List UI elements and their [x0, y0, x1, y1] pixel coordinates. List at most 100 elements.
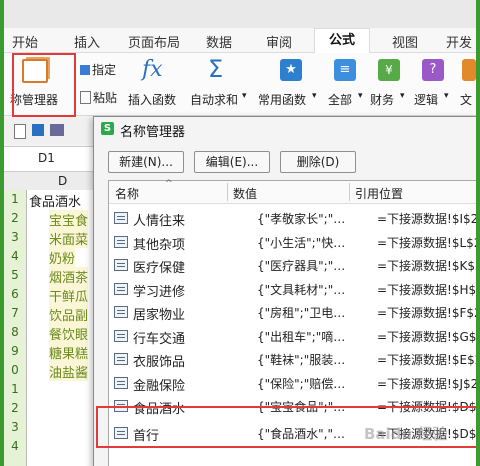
item-reference: =下接源数据!$J$2: [377, 376, 476, 391]
edit-button[interactable]: 编辑(E)... [194, 151, 270, 173]
item-value: {"孝敬家长";"… [257, 212, 346, 226]
insert-function-button[interactable]: fx 插入函数 [128, 57, 178, 111]
row-number[interactable]: 5 [4, 268, 26, 282]
all-label: 全部 [328, 93, 353, 107]
chevron-down-icon: ▾ [242, 91, 247, 101]
item-name: 人情往来 [133, 214, 186, 229]
all-functions-button[interactable]: ≡ 全部 ▾ [328, 57, 368, 111]
sheet-cell[interactable]: 餐饮眼 [49, 324, 89, 343]
finance-icon: ¥ [378, 59, 400, 81]
tab-home[interactable]: 开始 [12, 32, 38, 51]
sheet-cell[interactable]: 宝宝食 [49, 210, 89, 229]
list-item[interactable]: 金融保险 {"保险";"赔偿… =下接源数据!$J$2: [109, 371, 476, 395]
specify-icon [80, 65, 90, 75]
item-name: 其他杂项 [133, 237, 186, 253]
list-header: 名称 ^ 数值 引用位置 [109, 179, 476, 204]
app-window: 开始 插入 页面布局 数据 审阅 公式 视图 开发工 称管理器 指定 粘贴 fx… [4, 0, 476, 466]
name-range-icon [114, 306, 128, 318]
sheet-cell[interactable]: 干鲜瓜 [49, 286, 89, 305]
tab-view[interactable]: 视图 [392, 32, 418, 51]
row-number[interactable]: 3 [4, 230, 26, 244]
tab-insert[interactable]: 插入 [74, 32, 100, 51]
row-number[interactable]: 3 [4, 420, 26, 434]
list-item[interactable]: 其他杂项 {"小生活";"快… =下接源数据!$L$2: [109, 230, 476, 254]
row-number[interactable]: 9 [4, 344, 26, 358]
row-number[interactable]: 2 [4, 401, 26, 415]
row-number[interactable]: 4 [4, 249, 26, 263]
paste-icon [80, 91, 91, 104]
print-icon[interactable] [50, 124, 64, 136]
header-reference[interactable]: 引用位置 [355, 185, 403, 202]
item-value: {"鞋袜";"服装… [257, 353, 346, 367]
header-value[interactable]: 数值 [233, 185, 257, 202]
column-divider [227, 183, 228, 201]
item-value: {"文具耗材";"… [257, 282, 346, 297]
item-name: 金融保险 [133, 378, 186, 394]
tab-formulas[interactable]: 公式 [314, 28, 371, 54]
save-icon[interactable] [32, 124, 44, 136]
tab-page-layout[interactable]: 页面布局 [128, 32, 180, 51]
header-name[interactable]: 名称 [115, 185, 139, 202]
name-manager-highlight [12, 53, 76, 117]
ribbon-tabs: 开始 插入 页面布局 数据 审阅 公式 视图 开发工 [4, 28, 476, 70]
row-number[interactable]: 6 [4, 287, 26, 301]
item-name: 医疗保健 [133, 261, 186, 276]
chevron-down-icon: ▾ [444, 91, 449, 101]
list-item[interactable]: 医疗保健 {"医疗器具";"… =下接源数据!$K$2: [109, 253, 476, 277]
finance-button[interactable]: ¥ 财务 ▾ [370, 57, 410, 111]
item-value: {"小生活";"快… [257, 235, 346, 250]
item-reference: =下接源数据!$L$2: [377, 235, 476, 250]
item-reference: =下接源数据!$G$2: [377, 329, 476, 344]
row-number[interactable]: 4 [4, 439, 26, 453]
new-doc-icon[interactable] [14, 124, 26, 139]
sheet-cell[interactable]: 奶粉 [49, 248, 76, 267]
delete-button[interactable]: 删除(D) [280, 151, 356, 173]
item-reference: =下接源数据!$K$2: [377, 259, 476, 273]
paste-label: 粘贴 [93, 91, 118, 105]
sheet-cell[interactable]: 糖果糕 [49, 343, 89, 362]
specify-button[interactable]: 指定 [80, 61, 116, 78]
name-range-icon [114, 329, 128, 342]
row-number[interactable]: 1 [4, 192, 26, 206]
specify-label: 指定 [92, 63, 117, 77]
wps-logo-icon: S [101, 122, 114, 135]
new-button[interactable]: 新建(N)... [108, 151, 184, 173]
sigma-icon: Σ [208, 55, 224, 83]
row-number[interactable]: 0 [4, 363, 26, 377]
cell-reference[interactable]: D1 [38, 151, 55, 165]
name-range-icon [114, 353, 128, 365]
list-item[interactable]: 居家物业 {"房租";"卫电… =下接源数据!$F$2: [109, 300, 476, 324]
tab-data[interactable]: 数据 [206, 32, 232, 51]
paste-button[interactable]: 粘贴 [80, 89, 117, 106]
sheet-cell[interactable]: 饮品副 [49, 305, 89, 324]
dialog-title: 名称管理器 [120, 125, 186, 140]
name-range-icon [114, 376, 128, 389]
sheet-cell[interactable]: 烟酒茶 [49, 267, 89, 286]
item-reference: =下接源数据!$I$2: [377, 212, 476, 226]
sheet-cell[interactable]: 米面菜 [49, 229, 89, 248]
row-number[interactable]: 1 [4, 382, 26, 396]
dialog-titlebar[interactable]: S 名称管理器 [94, 117, 476, 141]
autosum-button[interactable]: Σ 自动求和 ▾ [190, 55, 250, 111]
sheet-cell[interactable]: 油盐酱 [49, 362, 89, 381]
row-number[interactable]: 8 [4, 325, 26, 339]
text-functions-button[interactable]: 文 [458, 57, 476, 111]
column-d-label[interactable]: D [58, 174, 67, 188]
tab-review[interactable]: 审阅 [266, 32, 292, 51]
list-item[interactable]: 行车交通 {"出租车";"嘀… =下接源数据!$G$2: [109, 324, 476, 348]
list-item[interactable]: 人情往来 {"孝敬家长";"… =下接源数据!$I$2: [109, 206, 476, 230]
list-item[interactable]: 学习进修 {"文具耗材";"… =下接源数据!$H$2: [109, 277, 476, 301]
common-functions-button[interactable]: ★ 常用函数 ▾ [258, 57, 320, 111]
common-functions-label: 常用函数 [258, 93, 307, 107]
row-number[interactable]: 7 [4, 306, 26, 320]
function-fx-icon: fx [142, 57, 163, 82]
row-number[interactable]: 2 [4, 211, 26, 225]
sheet-cell[interactable]: 食品酒水 [29, 191, 81, 210]
baidu-watermark: Baidu 经验 [364, 425, 448, 443]
sheet-cells: 食品酒水 宝宝食 米面菜 奶粉 烟酒茶 干鲜瓜 饮品副 餐饮眼 糖果糕 油盐酱 [27, 190, 97, 466]
name-range-icon [114, 212, 128, 224]
logic-button[interactable]: ? 逻辑 ▾ [414, 57, 454, 111]
text-icon [462, 59, 476, 81]
row-numbers: 1 2 3 4 5 6 7 8 9 0 1 2 3 4 [4, 190, 27, 466]
list-item[interactable]: 衣服饰品 {"鞋袜";"服装… =下接源数据!$E$2: [109, 347, 476, 371]
